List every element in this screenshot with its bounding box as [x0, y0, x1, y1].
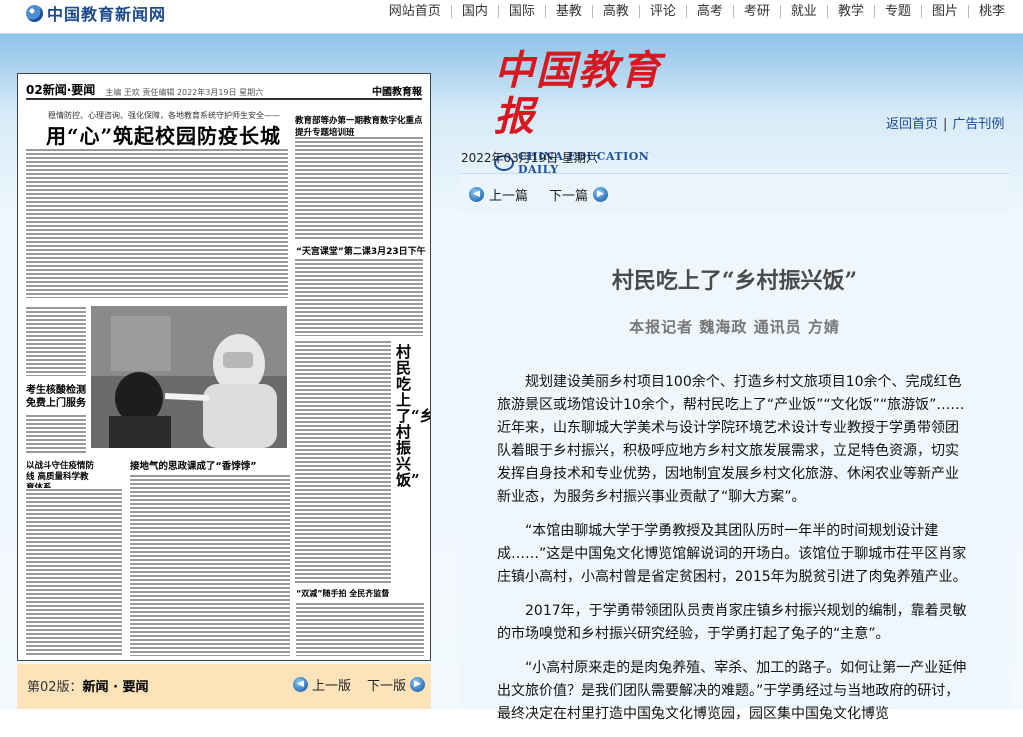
paper-text-block[interactable]: [296, 602, 424, 656]
next-edition-link[interactable]: 下一版: [367, 675, 406, 694]
paper-text-block[interactable]: [295, 136, 423, 240]
globe-icon: [26, 4, 43, 22]
nav-basic-edu[interactable]: 基教: [544, 4, 592, 18]
article-panel: ◀ 上一篇 下一篇 ▶ 村民吃上了“乡村振兴饭” 本报记者 魏海政 通讯员 方婧…: [459, 173, 1010, 722]
nav-domestic[interactable]: 国内: [450, 4, 498, 18]
photo-swab-test: [91, 306, 287, 448]
prev-article[interactable]: ◀ 上一篇: [469, 185, 528, 204]
article-paragraph: “小高村原来走的是肉兔养殖、宰杀、加工的路子。如何让第一产业延伸出文旅价值？是我…: [497, 660, 967, 722]
nav-topics[interactable]: 专题: [873, 4, 921, 18]
nav-home[interactable]: 网站首页: [379, 5, 451, 18]
return-home-link[interactable]: 返回首页: [886, 117, 938, 132]
nav-employment[interactable]: 就业: [779, 4, 827, 18]
nav-higher-edu[interactable]: 高教: [591, 4, 639, 18]
paper-vertical-title[interactable]: 村民吃上了“乡村振兴饭”: [396, 344, 430, 488]
edition-name: 新闻 · 要闻: [82, 680, 149, 695]
site-name: 中国教育新闻网: [47, 5, 167, 24]
article-title: 村民吃上了“乡村振兴饭”: [611, 268, 858, 294]
article-content: 规划建设美丽乡村项目100余个、打造乡村文旅项目10余个、完成红色旅游景区或场馆…: [497, 371, 967, 737]
article-paragraph: 规划建设美丽乡村项目100余个、打造乡村文旅项目10余个、完成红色旅游景区或场馆…: [497, 374, 965, 505]
next-article-link[interactable]: 下一篇: [549, 185, 588, 204]
paper-text-block[interactable]: [26, 414, 86, 454]
paper-name: 中國教育報: [372, 87, 422, 98]
article-byline: 本报记者 魏海政 通讯员 方婧: [629, 318, 840, 336]
site-logo[interactable]: 中国教育新闻网: [26, 2, 166, 24]
prev-article-icon[interactable]: ◀: [469, 187, 484, 202]
nav-international[interactable]: 国际: [497, 4, 545, 18]
next-edition-icon[interactable]: ▶: [410, 677, 425, 692]
paper-text-block[interactable]: [295, 340, 391, 584]
article-paragraph: 2017年，于学勇带领团队员责肖家庄镇乡村振兴规划的编制，靠着灵敏的市场嗅觉和乡…: [497, 603, 967, 642]
prev-edition-link[interactable]: 上一版: [312, 675, 351, 694]
edition-label: 第02版：新闻 · 要闻: [27, 676, 149, 695]
top-links: 返回首页 | 广告刊例: [886, 113, 1004, 132]
next-article[interactable]: 下一篇 ▶: [549, 185, 609, 204]
paper-small-title[interactable]: “双减”随手拍 全民齐监督: [296, 588, 389, 599]
nav-kaoyan[interactable]: 考研: [732, 4, 780, 18]
nav-gaokao[interactable]: 高考: [685, 4, 733, 18]
masthead-logo[interactable]: 中国教育报 CHINA EDUCATION DAILY: [494, 48, 694, 176]
paper-meta: 主编 王欢 责任编辑 2022年3月19日 星期六: [105, 88, 264, 97]
nav-teaching[interactable]: 教学: [826, 4, 874, 18]
paper-section: 02新闻·要闻: [26, 83, 96, 97]
paper-text-block[interactable]: [26, 488, 122, 656]
article-nav: ◀ 上一篇 下一篇 ▶: [459, 173, 1010, 213]
paper-right-title[interactable]: 教育部等办第一期教育数字化重点提升专题培训班: [295, 114, 423, 138]
issue-date: 2022年03月19日 星期六: [461, 151, 598, 165]
paper-text-block[interactable]: [130, 474, 290, 656]
paper-box-title[interactable]: 考生核酸检测 免费上门服务: [26, 384, 86, 410]
article-paragraph: “本馆由聊城大学于学勇教授及其团队历时一年半的时间规划设计建成……”这是中国兔文…: [497, 523, 967, 585]
nav-taoli[interactable]: 桃李: [967, 4, 1015, 18]
paper-photo[interactable]: [91, 306, 287, 448]
top-nav-bar: 中国教育新闻网 网站首页 国内 国际 基教 高教 评论 高考 考研 就业 教学 …: [0, 0, 1023, 34]
paper-text-block[interactable]: [26, 306, 86, 376]
paper-text-block[interactable]: [26, 148, 288, 298]
paper-header: 02新闻·要闻 主编 王欢 责任编辑 2022年3月19日 星期六 中國教育報: [26, 80, 422, 100]
edition-footer: 第02版：新闻 · 要闻 ◀ 上一版 下一版 ▶: [17, 664, 431, 709]
nav-photos[interactable]: 图片: [920, 4, 968, 18]
paper-text-block[interactable]: [295, 258, 423, 336]
newspaper-page-image[interactable]: 02新闻·要闻 主编 王欢 责任编辑 2022年3月19日 星期六 中國教育報 …: [17, 73, 431, 661]
article-body: 村民吃上了“乡村振兴饭” 本报记者 魏海政 通讯员 方婧 规划建设美丽乡村项目1…: [459, 211, 1010, 722]
prev-edition-icon[interactable]: ◀: [292, 677, 308, 692]
link-separator: |: [943, 117, 948, 132]
nav-commentary[interactable]: 评论: [638, 4, 686, 18]
paper-headline[interactable]: 用“心”筑起校园防疫长城: [46, 120, 281, 149]
next-article-icon[interactable]: ▶: [593, 187, 609, 202]
prev-article-link[interactable]: 上一篇: [489, 185, 528, 204]
masthead-title: 中国教育报: [494, 47, 662, 140]
edition-number: 第02版：: [27, 680, 83, 695]
paper-mid-title[interactable]: 接地气的思政课成了“香饽饽”: [130, 458, 257, 472]
edition-nav: ◀ 上一版 下一版 ▶: [292, 675, 425, 694]
main-nav: 网站首页 国内 国际 基教 高教 评论 高考 考研 就业 教学 专题 图片 桃李: [379, 1, 1015, 21]
ad-rates-link[interactable]: 广告刊例: [952, 117, 1004, 132]
